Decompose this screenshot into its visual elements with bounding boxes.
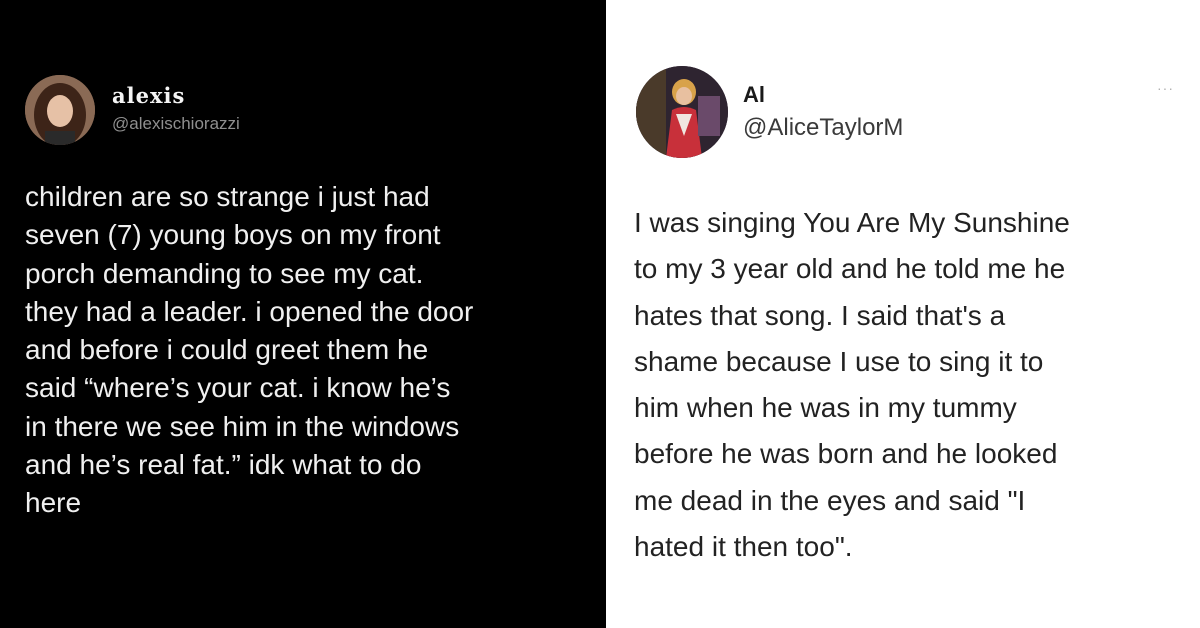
more-options-icon[interactable]: ··· <box>1157 80 1174 96</box>
tweet-line: hated it then too". <box>634 531 853 563</box>
tweet-line: seven (7) young boys on my front <box>25 219 441 251</box>
tweet-line: shame because I use to sing it to <box>634 345 1044 377</box>
tweet-line: I was singing You Are My Sunshine <box>634 207 1070 238</box>
tweet-line: and before i could greet them he <box>25 334 429 366</box>
right-tweet-card: Al @AliceTaylorM ··· I was singing You A… <box>606 0 1200 628</box>
tweet-line: they had a leader. i opened the door <box>25 295 474 327</box>
avatar-photo <box>25 75 95 145</box>
avatar[interactable] <box>25 75 95 145</box>
tweet-line: hates that song. I said that's a <box>634 299 1006 331</box>
tweet-line: me dead in the eyes and said "I <box>634 484 1026 516</box>
left-tweet-card: alexis @alexischiorazzi children are so … <box>0 0 606 628</box>
user-handle[interactable]: @alexischiorazzi <box>112 114 240 134</box>
tweet-text: children are so strange i just had seven… <box>25 178 473 523</box>
tweet-line: in there we see him in the windows <box>25 410 460 442</box>
tweet-line: and he’s real fat.” idk what to do <box>25 449 422 481</box>
tweet-line: porch demanding to see my cat. <box>25 257 424 289</box>
avatar-photo <box>636 66 728 158</box>
avatar[interactable] <box>636 66 728 158</box>
tweet-line: to my 3 year old and he told me he <box>634 253 1066 285</box>
tweet-line: here <box>25 487 82 519</box>
tweet-text: I was singing You Are My Sunshine to my … <box>634 200 1070 570</box>
tweet-line: said “where’s your cat. i know he’s <box>25 372 451 404</box>
tweet-line: before he was born and he looked <box>634 438 1058 470</box>
display-name[interactable]: Al <box>743 82 765 108</box>
tweet-line: children are so strange i just had <box>25 181 430 212</box>
display-name[interactable]: alexis <box>112 83 185 108</box>
user-handle[interactable]: @AliceTaylorM <box>743 114 903 142</box>
tweet-line: him when he was in my tummy <box>634 392 1017 424</box>
